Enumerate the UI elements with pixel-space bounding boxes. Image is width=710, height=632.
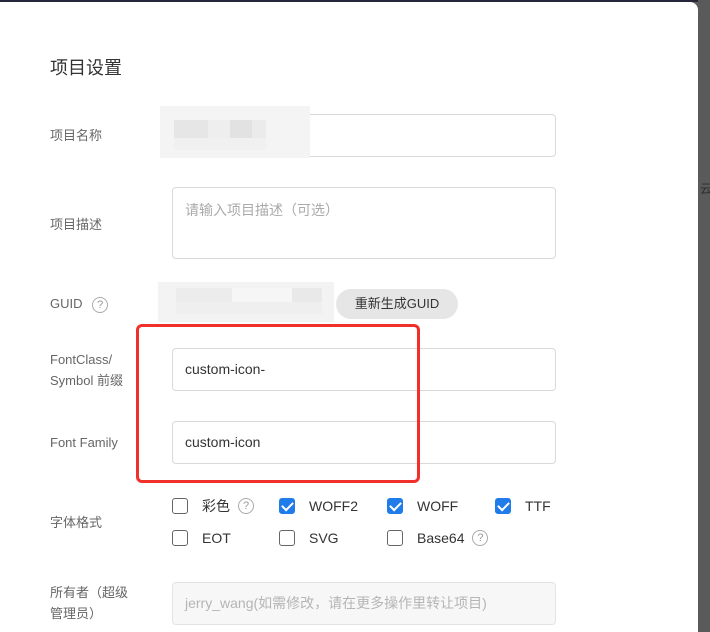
- guid-label-row: GUID ?: [50, 293, 109, 314]
- owner-label: 所有者（超级 管理员）: [50, 582, 128, 624]
- format-option-ttf[interactable]: TTF: [495, 496, 551, 516]
- modal-title: 项目设置: [50, 58, 122, 78]
- description-placeholder: 请输入项目描述（可选）: [185, 202, 339, 218]
- regenerate-guid-button[interactable]: 重新生成GUID: [336, 289, 458, 319]
- red-highlight-box: [136, 324, 420, 483]
- owner-input-disabled: jerry_wang(如需修改，请在更多操作里转让项目): [172, 582, 556, 625]
- project-settings-modal: 项目设置 项目名称 项目描述 请输入项目描述（可选） GUID ? 重新生成GU…: [0, 2, 698, 632]
- format-option-label: EOT: [202, 530, 231, 546]
- description-label: 项目描述: [50, 217, 103, 232]
- guid-label: GUID: [50, 296, 83, 311]
- question-circle-icon[interactable]: ?: [472, 530, 489, 546]
- checkbox-woff2[interactable]: [279, 498, 295, 514]
- checkbox-base64[interactable]: [387, 530, 403, 546]
- checkbox-eot[interactable]: [172, 530, 188, 546]
- format-option-label: Base64: [417, 530, 465, 546]
- page-backdrop: 云: [698, 0, 710, 632]
- prefix-label-line2: Symbol 前缀: [50, 373, 123, 388]
- format-option-label: 彩色: [202, 498, 230, 514]
- prefix-label: FontClass/ Symbol 前缀: [50, 349, 123, 391]
- checkbox-ttf[interactable]: [495, 498, 511, 514]
- project-name-redacted: [160, 106, 310, 158]
- format-option-label: WOFF2: [309, 498, 358, 514]
- prefix-label-line1: FontClass/: [50, 352, 113, 367]
- font-family-label: Font Family: [50, 435, 118, 450]
- question-circle-icon[interactable]: ?: [238, 498, 254, 514]
- format-option-woff2[interactable]: WOFF2: [279, 496, 358, 516]
- checkbox-svg[interactable]: [279, 530, 295, 546]
- font-format-label: 字体格式: [50, 515, 103, 530]
- project-name-label: 项目名称: [50, 128, 103, 143]
- format-option-color[interactable]: 彩色 ?: [172, 496, 254, 516]
- checkbox-woff[interactable]: [387, 498, 403, 514]
- description-textarea[interactable]: 请输入项目描述（可选）: [172, 187, 556, 259]
- format-option-label: WOFF: [417, 498, 459, 514]
- format-option-eot[interactable]: EOT: [172, 528, 231, 548]
- question-circle-icon[interactable]: ?: [92, 296, 109, 313]
- owner-label-line2: 管理员）: [50, 606, 103, 621]
- checkbox-color[interactable]: [172, 498, 188, 514]
- guid-redacted: [158, 282, 334, 322]
- owner-label-line1: 所有者（超级: [50, 585, 129, 600]
- format-option-woff[interactable]: WOFF: [387, 496, 458, 516]
- format-option-label: TTF: [525, 498, 551, 514]
- format-option-label: SVG: [309, 530, 339, 546]
- backdrop-text: 云: [700, 182, 710, 196]
- format-option-svg[interactable]: SVG: [279, 528, 339, 548]
- format-option-base64[interactable]: Base64 ?: [387, 528, 489, 548]
